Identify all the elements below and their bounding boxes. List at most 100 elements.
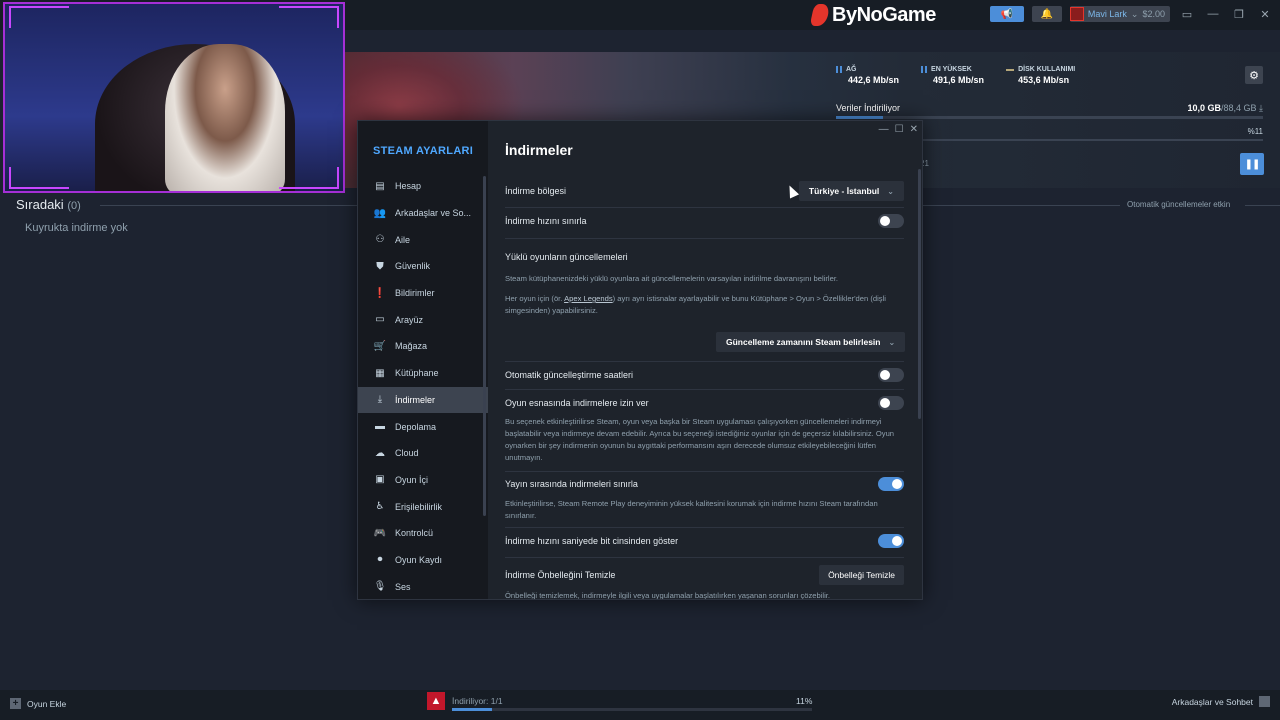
download-size: 10,0 GB/88,4 GB ⤓ xyxy=(1187,103,1263,114)
frame-corner xyxy=(279,167,339,189)
sidebar-item-label: Hesap xyxy=(395,181,422,192)
bits-label: İndirme hızını saniyede bit cinsinden gö… xyxy=(505,536,679,546)
sidebar-item[interactable]: ▬ Depolama xyxy=(358,413,488,440)
minimize-icon[interactable]: — xyxy=(879,124,889,135)
frame-corner xyxy=(279,6,339,28)
sidebar-item-label: Aile xyxy=(395,234,411,245)
downloading-count: 1/1 xyxy=(490,696,503,706)
pause-button[interactable]: ❚❚ xyxy=(1240,153,1264,175)
bottom-progress-bar xyxy=(452,708,812,711)
update-timing-select[interactable]: Güncelleme zamanını Steam belirlesin ⌄ xyxy=(716,332,906,352)
settings-sidebar: STEAM AYARLARI ▤ Hesap 👥 Arkadaşlar ve So..… xyxy=(358,121,488,599)
webcam-overlay xyxy=(3,2,345,193)
accessibility-icon: ♿ xyxy=(375,501,385,513)
sidebar-item-label: Ses xyxy=(395,581,411,592)
download-icon: ⤓ xyxy=(377,394,383,406)
download-header: Veriler İndiriliyor 10,0 GB/88,4 GB ⤓ xyxy=(836,103,1263,114)
updates-description: Steam kütüphanenizdeki yüklü oyunlara ai… xyxy=(505,274,839,283)
plus-icon: + xyxy=(10,698,21,709)
bits-row: İndirme hızını saniyede bit cinsinden gö… xyxy=(505,534,904,548)
toggle-knob xyxy=(892,536,902,546)
sidebar-item[interactable]: 🎮 Kontrolcü xyxy=(358,520,488,547)
stat-label: DİSK KULLANIMI xyxy=(1018,66,1076,73)
sidebar-item-label: Oyun Kaydı xyxy=(395,554,443,565)
stat-value: 442,6 Mb/sn xyxy=(848,75,900,85)
sidebar-item-label: Güvenlik xyxy=(395,261,431,272)
sidebar-item[interactable]: 🎙 Ses xyxy=(358,573,488,600)
download-status-summary[interactable]: İndiriliyor: 1/1 xyxy=(452,696,503,706)
notifications-button[interactable]: 🔔 xyxy=(1031,6,1062,22)
sidebar-item[interactable]: ⏺ Oyun Kaydı xyxy=(358,547,488,574)
sidebar-item-label: Mağaza xyxy=(395,341,428,352)
gamepad-icon: 🎮 xyxy=(373,527,387,539)
limit-speed-toggle[interactable] xyxy=(878,214,904,228)
sidebar-item[interactable]: ☁ Cloud xyxy=(358,440,488,467)
toggle-knob xyxy=(880,398,890,408)
sidebar-item[interactable]: ▣ Oyun İçi xyxy=(358,467,488,494)
divider xyxy=(505,557,904,558)
account-menu-button[interactable]: Mavi Lark ⌄ $2.00 xyxy=(1069,6,1170,22)
minimize-icon[interactable]: — xyxy=(1204,8,1222,20)
maximize-icon[interactable]: ☐ xyxy=(895,124,904,135)
throttle-stream-toggle[interactable] xyxy=(878,477,904,491)
stat-value: 453,6 Mb/sn xyxy=(1018,75,1070,85)
brand-mark-icon xyxy=(809,4,831,26)
family-icon: ⚇ xyxy=(375,234,385,246)
chevron-down-icon: ⌄ xyxy=(1130,8,1139,19)
stat-peak: EN YÜKSEK 491,6 Mb/sn xyxy=(921,66,984,85)
allow-during-game-toggle[interactable] xyxy=(878,396,904,410)
close-icon[interactable]: ✕ xyxy=(910,124,918,135)
cart-icon: 🛒 xyxy=(373,340,387,352)
content-scrollbar[interactable] xyxy=(918,169,921,419)
settings-title: STEAM AYARLARI xyxy=(373,145,474,157)
bar-icon xyxy=(921,66,928,73)
queue-heading: Sıradaki (0) xyxy=(16,197,81,212)
divider xyxy=(505,238,904,239)
sidebar-item[interactable]: ▭ Arayüz xyxy=(358,306,488,333)
download-settings-button[interactable]: ⚙ xyxy=(1245,66,1263,84)
sidebar-item[interactable]: 🛒 Mağaza xyxy=(358,333,488,360)
big-picture-icon[interactable]: ▭ xyxy=(1178,8,1196,21)
clear-cache-button[interactable]: Önbelleği Temizle xyxy=(819,565,904,585)
sidebar-item[interactable]: ▤ Hesap xyxy=(358,173,488,200)
sidebar-item[interactable]: ❗ Bildirimler xyxy=(358,280,488,307)
auto-update-hours-toggle[interactable] xyxy=(878,368,904,382)
sidebar-item-label: Oyun İçi xyxy=(395,474,429,485)
announcements-button[interactable]: 📢 xyxy=(989,6,1024,22)
download-region-row: İndirme bölgesi Türkiye - İstanbul ⌄ xyxy=(505,181,904,201)
text-fragment: Her oyun için (ör. xyxy=(505,294,565,303)
sidebar-item[interactable]: ⛊ Güvenlik xyxy=(358,253,488,280)
friends-chat-button[interactable]: Arkadaşlar ve Sohbet xyxy=(1172,696,1270,707)
throttle-stream-row: Yayın sırasında indirmeleri sınırla xyxy=(505,477,904,491)
apex-game-icon[interactable]: ▲ xyxy=(427,692,445,710)
divider xyxy=(1245,205,1280,206)
sidebar-item-label: İndirmeler xyxy=(395,394,436,405)
add-game-label: Oyun Ekle xyxy=(27,698,67,709)
sidebar-item-label: Depolama xyxy=(395,421,437,432)
bottom-progress-percent: 11% xyxy=(796,696,813,706)
sidebar-item[interactable]: ⚇ Aile xyxy=(358,226,488,253)
apex-legends-link[interactable]: Apex Legends xyxy=(564,294,613,303)
clear-cache-description: Önbelleği temizlemek, indirmeyle ilgili … xyxy=(505,591,830,599)
restore-icon[interactable]: ❐ xyxy=(1230,8,1248,21)
shield-icon: ⛊ xyxy=(376,260,384,272)
sidebar-scrollbar[interactable] xyxy=(483,176,486,516)
sidebar-item[interactable]: 👥 Arkadaşlar ve So... xyxy=(358,200,488,227)
sidebar-item[interactable]: ♿ Erişilebilirlik xyxy=(358,493,488,520)
bits-toggle[interactable] xyxy=(878,534,904,548)
overlay-icon: ▣ xyxy=(375,474,385,486)
sidebar-item-label: Erişilebilirlik xyxy=(395,501,443,512)
divider xyxy=(505,207,904,208)
region-select[interactable]: Türkiye - İstanbul ⌄ xyxy=(798,181,904,201)
auto-update-hours-label: Otomatik güncelleştirme saatleri xyxy=(505,370,634,380)
sidebar-item[interactable]: ⤓ İndirmeler xyxy=(358,386,488,414)
sidebar-item[interactable]: ▦ Kütüphane xyxy=(358,360,488,387)
allow-during-game-description: Bu seçenek etkinleştirilirse Steam, oyun… xyxy=(505,417,895,462)
close-icon[interactable]: ✕ xyxy=(1256,8,1274,21)
add-game-button[interactable]: + Oyun Ekle xyxy=(10,698,66,709)
download-progress-bar xyxy=(836,116,1263,119)
divider xyxy=(505,527,904,528)
sidebar-item-label: Arayüz xyxy=(395,314,424,325)
record-icon: ⏺ xyxy=(377,554,383,566)
sidebar-item-label: Bildirimler xyxy=(395,288,435,299)
